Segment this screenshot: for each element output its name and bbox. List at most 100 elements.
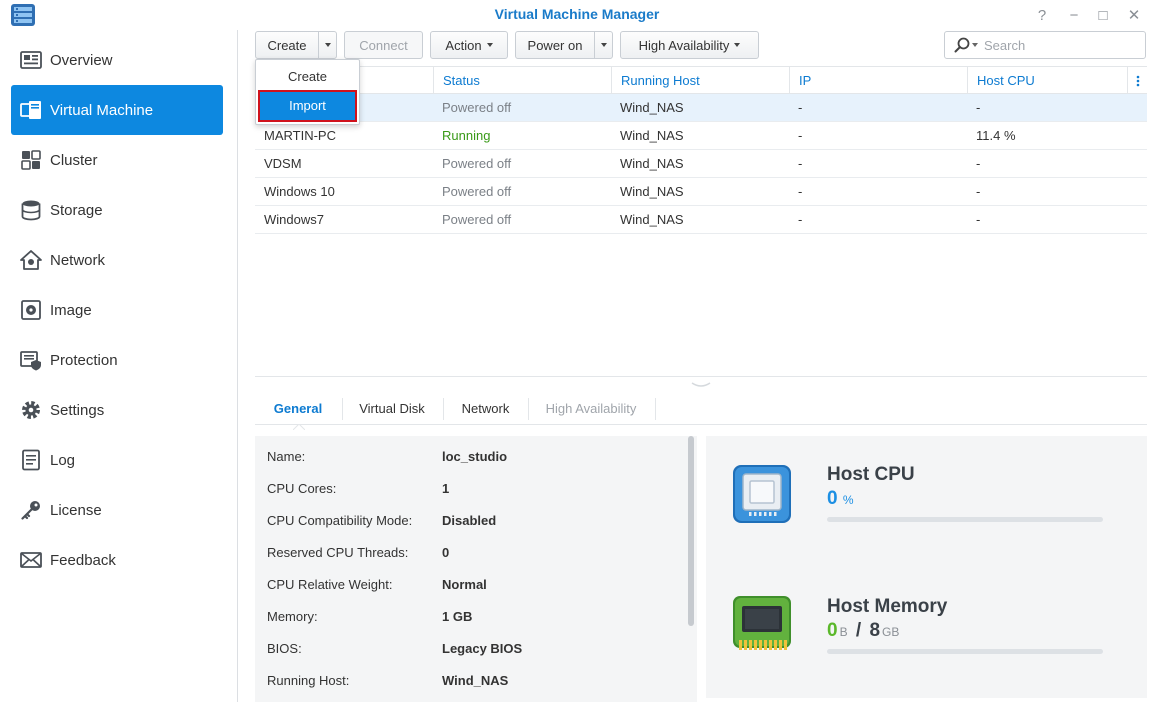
vm-grid: Name Status Running Host IP Host CPU loc… bbox=[255, 66, 1147, 234]
host-memory-separator: / bbox=[855, 620, 862, 641]
detail-label: Name: bbox=[267, 449, 306, 464]
tab-separator bbox=[655, 398, 656, 420]
detail-value: 1 bbox=[442, 481, 450, 496]
column-menu-icon[interactable] bbox=[1127, 67, 1147, 94]
high-availability-button[interactable]: High Availability bbox=[620, 31, 759, 59]
minimize-button[interactable]: − bbox=[1063, 4, 1085, 26]
vm-running-host: Wind_NAS bbox=[620, 100, 684, 115]
create-dropdown-menu: Create Import bbox=[255, 59, 360, 125]
chevron-down-icon bbox=[972, 43, 978, 47]
tab-network[interactable]: Network bbox=[444, 393, 527, 424]
search-input[interactable] bbox=[984, 37, 1134, 53]
column-header-running-host[interactable]: Running Host bbox=[611, 67, 789, 94]
host-memory-value: 0B / 8 GB bbox=[827, 620, 899, 642]
help-button[interactable]: ? bbox=[1031, 4, 1053, 26]
vm-running-host: Wind_NAS bbox=[620, 156, 684, 171]
sidebar-item-cluster[interactable]: Cluster bbox=[11, 135, 223, 185]
power-on-button[interactable]: Power on bbox=[515, 31, 595, 59]
virtual-machine-icon bbox=[20, 99, 42, 121]
vm-status: Powered off bbox=[442, 184, 512, 199]
title-bar: Virtual Machine Manager ? − □ ✕ bbox=[0, 0, 1154, 30]
detail-label: CPU Compatibility Mode: bbox=[267, 513, 413, 528]
sidebar-item-storage[interactable]: Storage bbox=[11, 185, 223, 235]
maximize-button[interactable]: □ bbox=[1092, 4, 1114, 26]
sidebar-item-label: Image bbox=[50, 301, 92, 319]
details-scrollbar[interactable] bbox=[688, 436, 694, 626]
detail-value: Wind_NAS bbox=[442, 673, 509, 688]
column-header-host-cpu[interactable]: Host CPU bbox=[967, 67, 1127, 94]
vm-name: VDSM bbox=[264, 156, 302, 171]
search-icon bbox=[954, 37, 970, 53]
vm-running-host: Wind_NAS bbox=[620, 212, 684, 227]
sidebar-item-network[interactable]: Network bbox=[11, 235, 223, 285]
tab-high-availability[interactable]: High Availability bbox=[529, 393, 653, 424]
vm-running-host: Wind_NAS bbox=[620, 184, 684, 199]
gear-icon bbox=[20, 399, 42, 421]
vm-name: Windows7 bbox=[264, 212, 324, 227]
high-availability-label: High Availability bbox=[638, 37, 730, 53]
log-icon bbox=[20, 449, 42, 471]
cluster-icon bbox=[20, 149, 42, 171]
host-memory-used-unit: B bbox=[839, 625, 848, 639]
network-icon bbox=[20, 249, 42, 271]
chevron-down-icon bbox=[486, 43, 493, 47]
sidebar-item-label: Cluster bbox=[50, 151, 98, 169]
detail-label: BIOS: bbox=[267, 641, 302, 656]
table-row[interactable]: Windows7 Powered off Wind_NAS - - bbox=[255, 206, 1147, 234]
detail-value: Disabled bbox=[442, 513, 497, 528]
menu-item-import[interactable]: Import bbox=[258, 90, 357, 122]
cpu-icon bbox=[733, 465, 791, 523]
sidebar-item-feedback[interactable]: Feedback bbox=[11, 535, 223, 585]
sidebar-item-license[interactable]: License bbox=[11, 485, 223, 535]
vm-ip: - bbox=[798, 128, 803, 143]
sidebar-item-protection[interactable]: Protection bbox=[11, 335, 223, 385]
sidebar-item-virtual-machine[interactable]: Virtual Machine bbox=[11, 85, 223, 135]
search-box[interactable] bbox=[944, 31, 1146, 59]
detail-value: Normal bbox=[442, 577, 487, 592]
column-header-status[interactable]: Status bbox=[433, 67, 611, 94]
host-cpu-title: Host CPU bbox=[827, 464, 915, 485]
chevron-down-icon bbox=[600, 43, 607, 47]
vm-status: Powered off bbox=[442, 212, 512, 227]
chevron-down-icon bbox=[734, 43, 741, 47]
power-on-dropdown-button[interactable] bbox=[594, 31, 613, 59]
create-button[interactable]: Create bbox=[255, 31, 319, 59]
table-row[interactable]: Windows 10 Powered off Wind_NAS - - bbox=[255, 178, 1147, 206]
connect-button[interactable]: Connect bbox=[344, 31, 423, 59]
vm-host-cpu: - bbox=[976, 100, 981, 115]
table-row[interactable]: MARTIN-PC Running Wind_NAS - 11.4 % bbox=[255, 122, 1147, 150]
tab-virtual-disk[interactable]: Virtual Disk bbox=[343, 393, 441, 424]
sidebar-item-label: Log bbox=[50, 451, 76, 469]
key-icon bbox=[20, 499, 42, 521]
detail-value: loc_studio bbox=[442, 449, 508, 464]
sidebar-item-overview[interactable]: Overview bbox=[11, 35, 223, 85]
detail-label: Memory: bbox=[267, 609, 318, 624]
sidebar-item-label: Overview bbox=[50, 51, 113, 69]
action-button[interactable]: Action bbox=[430, 31, 508, 59]
sidebar-item-log[interactable]: Log bbox=[11, 435, 223, 485]
sidebar-item-settings[interactable]: Settings bbox=[11, 385, 223, 435]
sidebar: Overview Virtual Machine Cluster Storage… bbox=[0, 30, 238, 702]
chevron-down-icon bbox=[324, 43, 331, 47]
sidebar-item-label: Network bbox=[50, 251, 106, 269]
close-button[interactable]: ✕ bbox=[1123, 4, 1145, 26]
sidebar-item-label: Protection bbox=[50, 351, 118, 369]
tab-general[interactable]: General bbox=[259, 393, 337, 424]
storage-icon bbox=[20, 199, 42, 221]
sidebar-item-label: Storage bbox=[50, 201, 103, 219]
vm-host-cpu: 11.4 % bbox=[976, 128, 1016, 143]
sidebar-item-image[interactable]: Image bbox=[11, 285, 223, 335]
active-tab-pointer-icon bbox=[293, 424, 305, 430]
menu-item-create[interactable]: Create bbox=[260, 63, 355, 91]
splitter-grip-icon[interactable] bbox=[690, 381, 712, 389]
create-dropdown-button[interactable] bbox=[318, 31, 337, 59]
mail-icon bbox=[20, 549, 42, 571]
vm-host-cpu: - bbox=[976, 156, 981, 171]
panel-splitter[interactable] bbox=[255, 376, 1147, 379]
table-row[interactable]: loc_studio Powered off Wind_NAS - - bbox=[255, 94, 1147, 122]
host-memory-progress-bar bbox=[827, 649, 1103, 654]
column-header-ip[interactable]: IP bbox=[789, 67, 967, 94]
overview-icon bbox=[20, 49, 42, 71]
host-cpu-unit: % bbox=[842, 493, 854, 507]
table-row[interactable]: VDSM Powered off Wind_NAS - - bbox=[255, 150, 1147, 178]
